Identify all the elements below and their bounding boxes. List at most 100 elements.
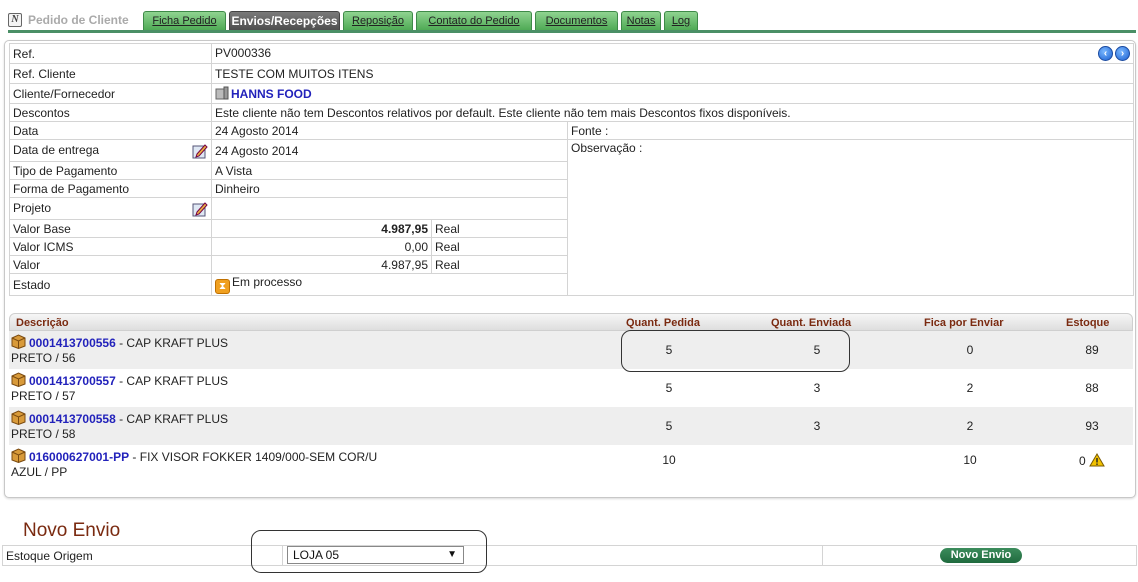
tipo-pagamento-label: Tipo de Pagamento (9, 161, 212, 180)
fica-por-enviar: 0 (966, 343, 974, 357)
valor-icms-label: Valor ICMS (9, 237, 212, 256)
ref-value: PV000336 (215, 46, 272, 60)
cliente-link[interactable]: HANNS FOOD (231, 87, 312, 101)
items-header: Descrição Quant. Pedida Quant. Enviada F… (9, 313, 1133, 331)
fica-por-enviar: 10 (963, 453, 977, 467)
tipo-pagamento-value: A Vista (211, 161, 568, 180)
projeto-label: Projeto (13, 200, 52, 215)
tab-reposicao[interactable]: Reposição (343, 11, 413, 30)
col-descricao: Descrição (16, 317, 69, 329)
items-table: Descrição Quant. Pedida Quant. Enviada F… (9, 313, 1133, 483)
estoque-origem-label: Estoque Origem (2, 545, 283, 566)
warning-icon (1089, 453, 1105, 467)
table-row: 016000627001-PP - FIX VISOR FOKKER 1409/… (9, 445, 1133, 483)
novo-envio-button[interactable]: Novo Envio (940, 548, 1022, 563)
edit-projeto-icon[interactable] (192, 201, 208, 217)
tab-contato-pedido[interactable]: Contato do Pedido (416, 11, 532, 30)
box-icon (11, 410, 26, 425)
product-code-link[interactable]: 0001413700558 (29, 412, 116, 426)
previous-arrow-icon[interactable]: ‹ (1098, 46, 1113, 61)
ref-cliente-value: TESTE COM MUITOS ITENS (211, 63, 1134, 84)
product-code-link[interactable]: 016000627001-PP (29, 450, 129, 464)
product-variant: AZUL / PP (11, 465, 68, 479)
quant-pedida: 5 (665, 419, 673, 433)
col-quant-enviada: Quant. Enviada (771, 317, 852, 329)
col-quant-pedida: Quant. Pedida (626, 317, 700, 329)
ref-value-cell: PV000336 ‹ › (211, 43, 1134, 64)
estado-label: Estado (9, 273, 212, 296)
tab-bar: N Pedido de Cliente Ficha Pedido Envios/… (8, 9, 1136, 33)
quant-enviada: 3 (813, 419, 821, 433)
box-icon (11, 448, 26, 463)
table-row: 0001413700558 - CAP KRAFT PLUS PRETO / 5… (9, 407, 1133, 445)
next-arrow-icon[interactable]: › (1115, 46, 1130, 61)
quant-enviada: 3 (813, 381, 821, 395)
estado-value: Em processo (232, 275, 303, 289)
order-info-table: Ref. PV000336 ‹ › Ref. Cliente TESTE COM… (9, 43, 1134, 296)
table-row: 0001413700557 - CAP KRAFT PLUS PRETO / 5… (9, 369, 1133, 407)
cliente-label: Cliente/Fornecedor (9, 83, 212, 104)
product-name: - FIX VISOR FOKKER 1409/000-SEM COR/U (129, 450, 378, 464)
quant-pedida: 5 (665, 381, 673, 395)
tab-documentos[interactable]: Documentos (535, 11, 618, 30)
valor-base-value: 4.987,95 (211, 219, 432, 238)
select-value: LOJA 05 (293, 548, 340, 562)
tab-notas[interactable]: Notas (621, 11, 661, 30)
product-variant: PRETO / 56 (11, 351, 76, 365)
estoque: 88 (1085, 381, 1099, 395)
product-name: - CAP KRAFT PLUS (115, 412, 229, 426)
forma-pagamento-value: Dinheiro (211, 179, 568, 198)
tab-envios-recepcoes[interactable]: Envios/Recepções (229, 11, 340, 30)
valor-base-unit: Real (431, 219, 568, 238)
descontos-value: Este cliente não tem Descontos relativos… (211, 103, 1134, 122)
valor-unit: Real (431, 255, 568, 274)
tab-log[interactable]: Log (664, 11, 698, 30)
descontos-label: Descontos (9, 103, 212, 122)
ref-cliente-label: Ref. Cliente (9, 63, 212, 84)
estoque-origem-select[interactable]: LOJA 05 ▼ (287, 546, 464, 564)
col-fica-por-enviar: Fica por Enviar (924, 317, 1004, 329)
estoque: 93 (1085, 419, 1099, 433)
forma-pagamento-label: Forma de Pagamento (9, 179, 212, 198)
product-code-link[interactable]: 0001413700556 (29, 336, 116, 350)
valor-icms-unit: Real (431, 237, 568, 256)
product-code-link[interactable]: 0001413700557 (29, 374, 116, 388)
valor-icms-value: 0,00 (211, 237, 432, 256)
box-icon (11, 334, 26, 349)
edit-delivery-date-icon[interactable] (192, 143, 208, 159)
page-title: N Pedido de Cliente (8, 11, 129, 29)
observacao-label: Observação : (567, 139, 1134, 296)
order-panel: Ref. PV000336 ‹ › Ref. Cliente TESTE COM… (4, 40, 1136, 498)
quant-pedida: 5 (665, 343, 673, 357)
fica-por-enviar: 2 (966, 419, 974, 433)
valor-label: Valor (9, 255, 212, 274)
fica-por-enviar: 2 (966, 381, 974, 395)
projeto-value (211, 197, 568, 220)
box-icon (11, 372, 26, 387)
ref-label: Ref. (9, 43, 212, 64)
data-label: Data (9, 121, 212, 140)
quant-pedida: 10 (662, 453, 676, 467)
valor-base-label: Valor Base (9, 219, 212, 238)
fonte-label: Fonte : (567, 121, 1134, 140)
entrega-label: Data de entrega (13, 142, 100, 157)
hourglass-icon: ⧗ (215, 279, 230, 294)
product-name: - CAP KRAFT PLUS (115, 374, 229, 388)
table-row: 0001413700556 - CAP KRAFT PLUS PRETO / 5… (9, 331, 1133, 369)
col-estoque: Estoque (1066, 317, 1110, 329)
product-variant: PRETO / 57 (11, 389, 76, 403)
estoque: 0 (1078, 454, 1086, 468)
estoque: 89 (1085, 343, 1099, 357)
product-name: - CAP KRAFT PLUS (115, 336, 229, 350)
quant-enviada: 5 (813, 343, 821, 357)
valor-value: 4.987,95 (211, 255, 432, 274)
novo-envio-title: Novo Envio (23, 520, 121, 541)
tab-ficha-pedido[interactable]: Ficha Pedido (143, 11, 226, 30)
entrega-value: 24 Agosto 2014 (211, 139, 568, 162)
document-icon: N (8, 13, 22, 27)
record-nav: ‹ › (1098, 46, 1130, 61)
company-icon (215, 86, 229, 100)
product-variant: PRETO / 58 (11, 427, 76, 441)
data-value: 24 Agosto 2014 (211, 121, 568, 140)
dropdown-arrow-icon: ▼ (447, 549, 457, 560)
